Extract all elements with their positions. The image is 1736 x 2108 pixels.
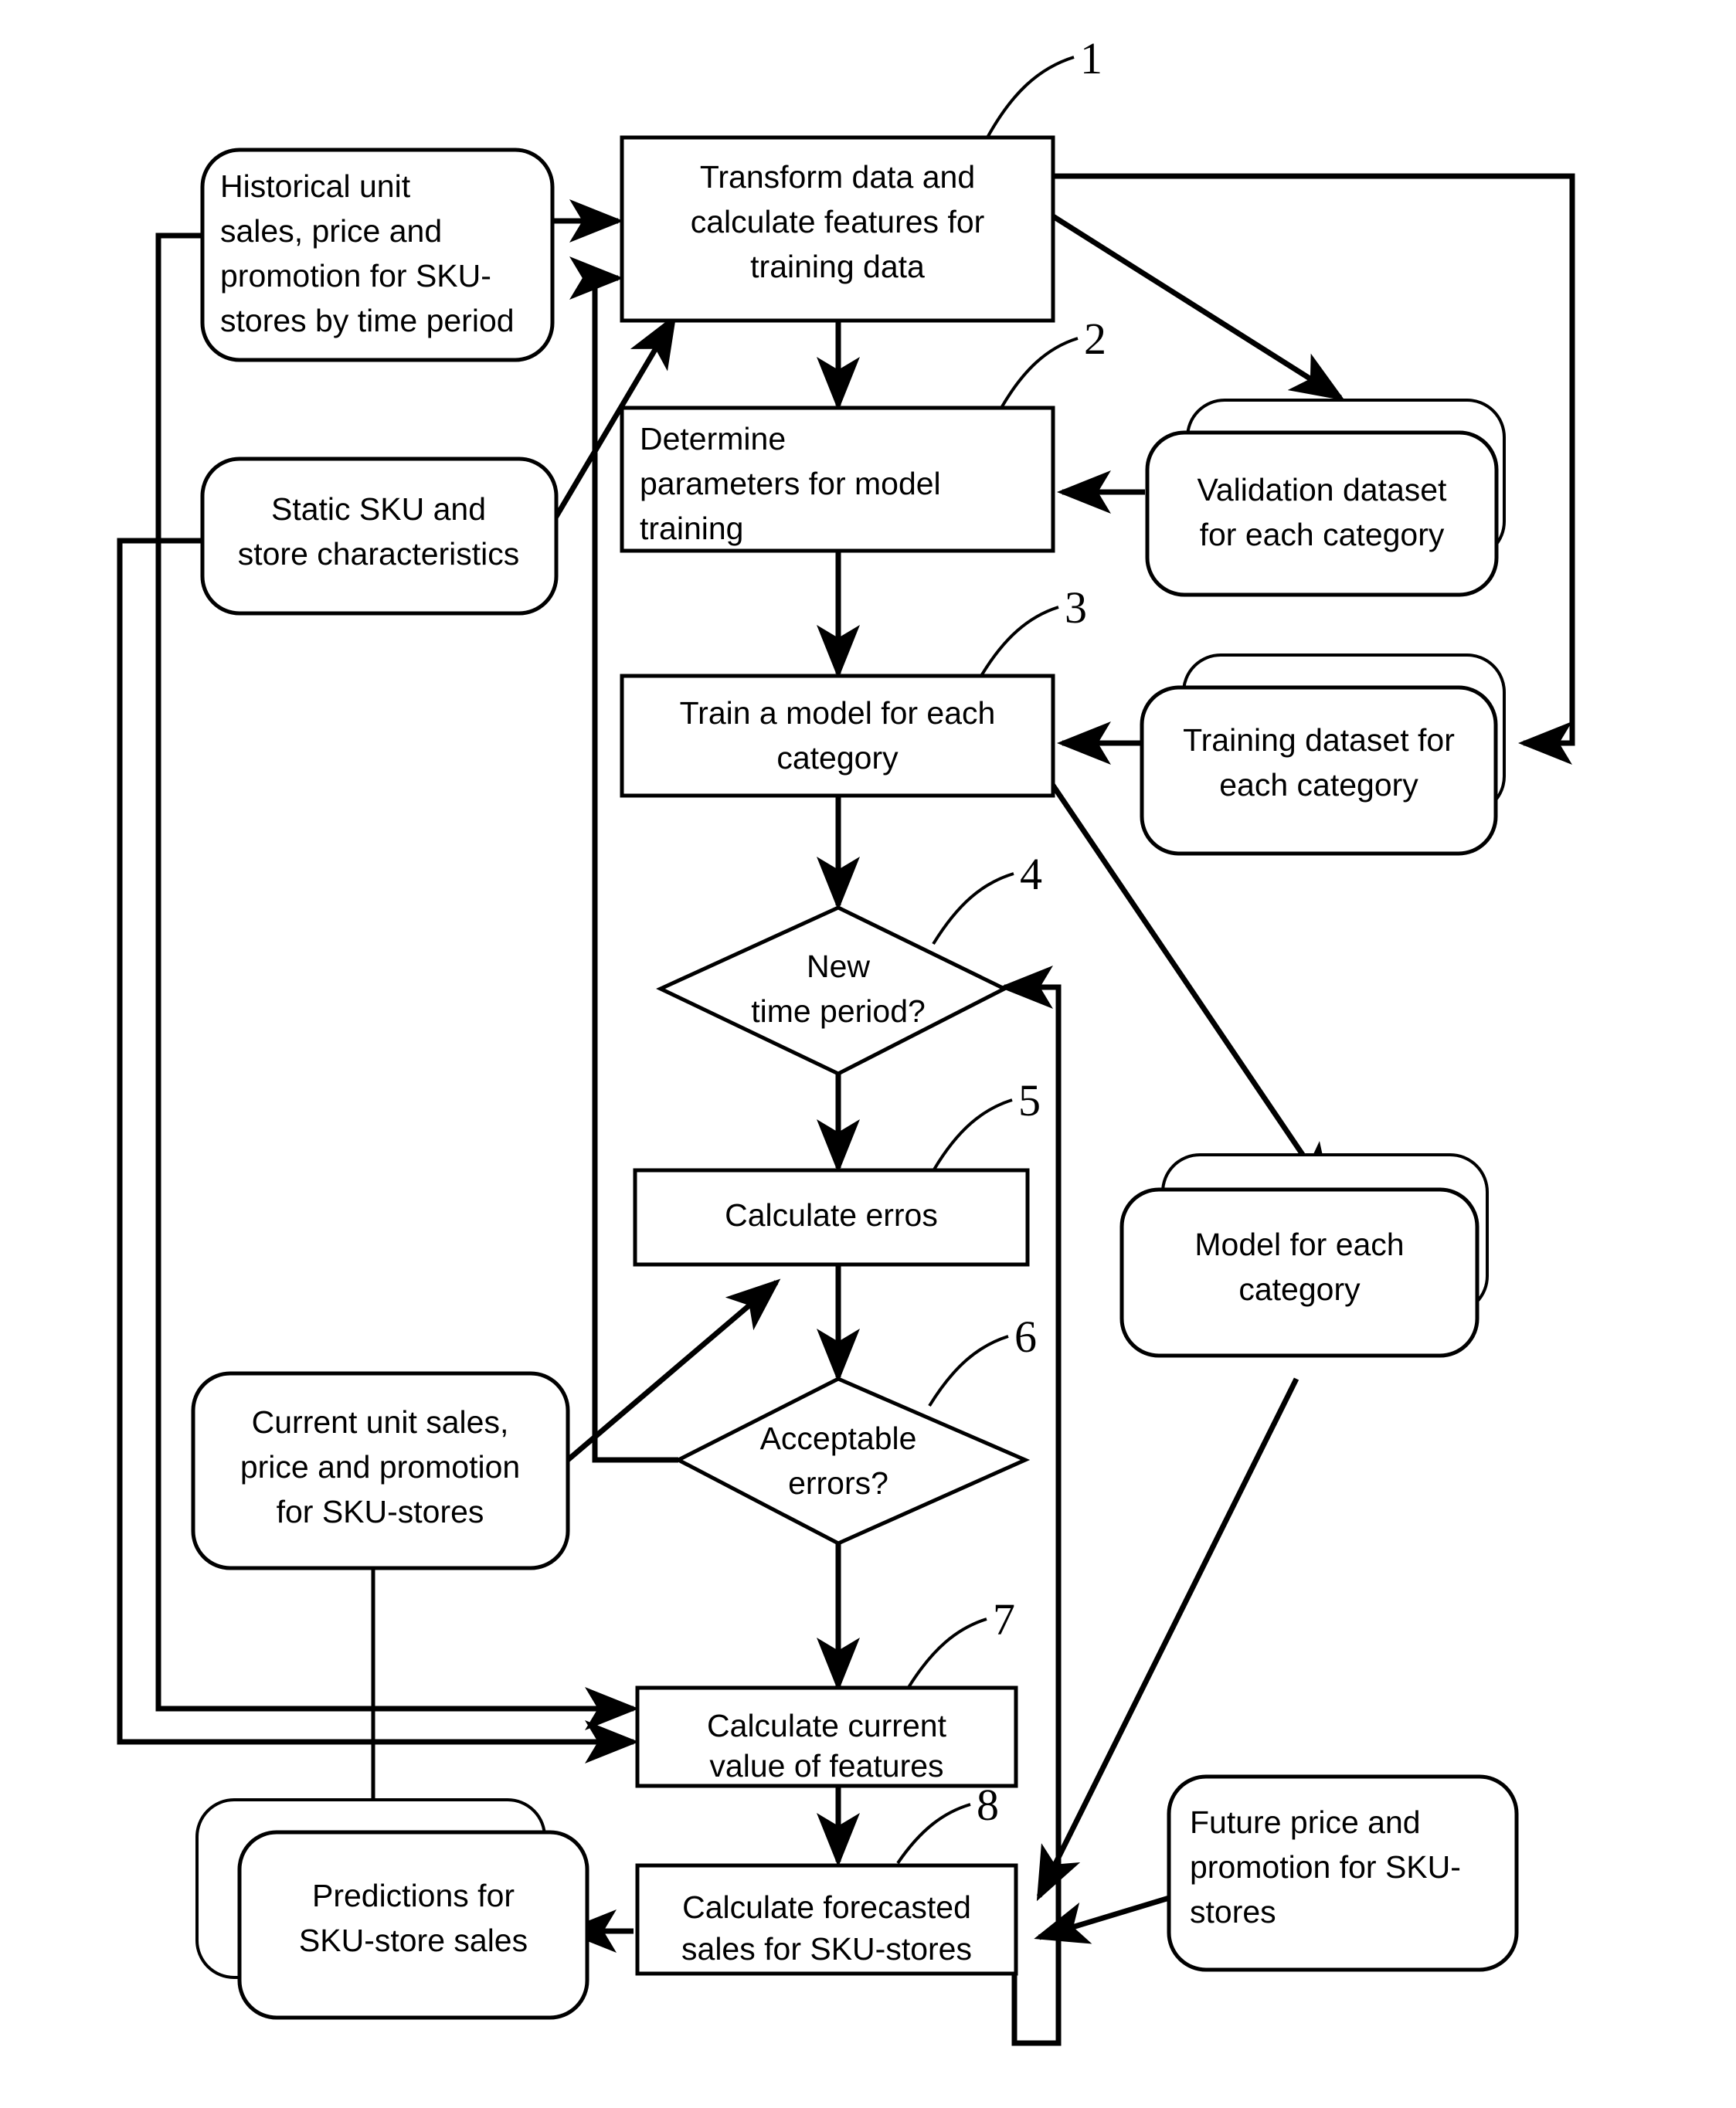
node-static-characteristics[interactable]: Static SKU and store characteristics (200, 457, 559, 616)
step-number-7: 7 (993, 1594, 1015, 1645)
current-data-line-3: for SKU-stores (277, 1494, 484, 1529)
current-data-line-1: Current unit sales, (252, 1404, 509, 1440)
future-price-line-2: promotion for SKU- (1190, 1849, 1461, 1885)
node-determine-parameters[interactable]: Determine parameters for model training (620, 406, 1055, 553)
step-number-1: 1 (1080, 33, 1102, 83)
forecast-line-2: sales for SKU-stores (681, 1931, 972, 1967)
validation-dataset-line-2: for each category (1200, 517, 1445, 552)
train-model-line-2: category (776, 740, 899, 776)
historical-data-line-1: Historical unit (220, 168, 411, 204)
transform-data-line-3: training data (750, 249, 925, 284)
step-number-3: 3 (1065, 582, 1087, 633)
historical-data-line-4: stores by time period (220, 303, 515, 338)
flowchart-canvas: Historical unit sales, price and promoti… (0, 0, 1736, 2108)
node-future-price[interactable]: Future price and promotion for SKU- stor… (1167, 1774, 1519, 1972)
node-acceptable-errors[interactable]: Acceptable errors? (674, 1376, 1031, 1546)
model-line-1: Model for each (1194, 1227, 1404, 1262)
leader-line-3 (980, 606, 1059, 677)
training-dataset-line-2: each category (1219, 767, 1418, 803)
acceptable-errors-line-1: Acceptable (760, 1421, 917, 1456)
step-number-2: 2 (1084, 314, 1106, 364)
future-price-line-3: stores (1190, 1894, 1276, 1930)
determine-line-2: parameters for model (640, 466, 941, 501)
node-calculate-forecasted-sales[interactable]: Calculate forecasted sales for SKU-store… (635, 1863, 1018, 1976)
model-line-2: category (1238, 1271, 1361, 1307)
historical-data-line-3: promotion for SKU- (220, 258, 491, 294)
future-price-line-1: Future price and (1190, 1804, 1421, 1840)
predictions-line-2: SKU-store sales (299, 1923, 528, 1958)
static-characteristics-line-2: store characteristics (238, 536, 520, 572)
calcfeat-line-2: value of features (709, 1748, 943, 1784)
current-data-line-2: price and promotion (240, 1449, 520, 1485)
leader-line-1 (986, 56, 1075, 138)
node-new-time-period[interactable]: New time period? (656, 905, 1009, 1076)
node-model-for-each-category[interactable]: Model for each category (1119, 1153, 1489, 1358)
calculate-errors-line-1: Calculate erros (725, 1197, 938, 1233)
training-dataset-line-1: Training dataset for (1183, 722, 1455, 758)
step-number-8: 8 (977, 1780, 999, 1830)
predictions-line-1: Predictions for (312, 1878, 515, 1913)
leader-line-7 (906, 1617, 987, 1690)
determine-line-3: training (640, 511, 743, 546)
step-number-4: 4 (1020, 849, 1042, 899)
static-characteristics-line-1: Static SKU and (271, 491, 486, 527)
node-validation-dataset[interactable]: Validation dataset for each category (1145, 399, 1506, 597)
train-model-line-1: Train a model for each (680, 695, 996, 731)
node-train-model[interactable]: Train a model for each category (620, 674, 1055, 798)
step-number-6: 6 (1014, 1312, 1037, 1362)
determine-line-1: Determine (640, 421, 786, 457)
transform-data-line-2: calculate features for (691, 204, 985, 239)
node-transform-data[interactable]: Transform data and calculate features fo… (620, 135, 1055, 323)
acceptable-errors-line-2: errors? (788, 1465, 888, 1501)
node-calculate-current-features[interactable]: Calculate current value of features (635, 1685, 1018, 1788)
node-historical-data[interactable]: Historical unit sales, price and promoti… (200, 148, 555, 362)
leader-line-5 (933, 1098, 1013, 1171)
step-number-5: 5 (1018, 1075, 1041, 1125)
node-calculate-errors[interactable]: Calculate erros (633, 1168, 1030, 1267)
forecast-line-1: Calculate forecasted (682, 1889, 971, 1925)
edge-transform-to-validation (1051, 214, 1345, 401)
node-predictions[interactable]: Predictions for SKU-store sales (195, 1798, 589, 2020)
flowchart-svg: Historical unit sales, price and promoti… (117, 33, 1575, 2046)
transform-data-line-1: Transform data and (700, 159, 975, 195)
node-training-dataset[interactable]: Training dataset for each category (1140, 653, 1506, 856)
validation-dataset-line-1: Validation dataset (1198, 472, 1448, 507)
leader-line-4 (932, 872, 1014, 945)
leader-line-6 (928, 1335, 1009, 1407)
new-time-period-line-2: time period? (751, 993, 926, 1029)
node-current-data[interactable]: Current unit sales, price and promotion … (191, 1371, 570, 1570)
new-time-period-line-1: New (807, 949, 870, 984)
calcfeat-line-1: Calculate current (707, 1708, 947, 1743)
historical-data-line-2: sales, price and (220, 213, 442, 249)
leader-line-8 (896, 1803, 971, 1865)
leader-line-2 (1000, 337, 1079, 409)
